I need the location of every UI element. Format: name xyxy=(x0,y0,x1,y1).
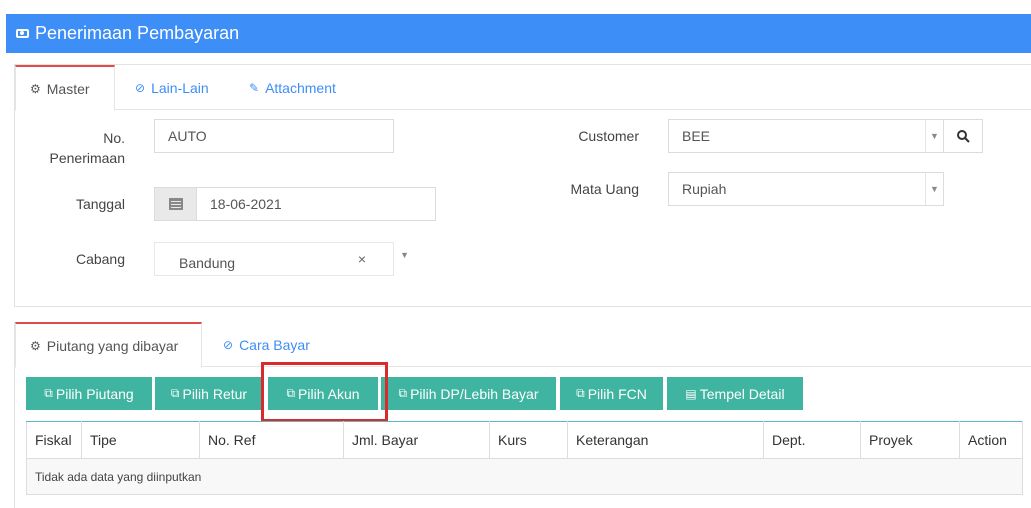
tempel-detail-button[interactable]: ▤ Tempel Detail xyxy=(667,377,803,410)
copy-icon: ⧉ xyxy=(170,386,180,400)
paste-icon: ▤ xyxy=(685,386,697,401)
pilih-retur-button[interactable]: ⧉ Pilih Retur xyxy=(155,377,263,410)
tab-master-label: Master xyxy=(46,80,90,97)
chevron-down-icon[interactable]: ▼ xyxy=(925,120,943,152)
tab-cara-bayar[interactable]: ⊘ Cara Bayar xyxy=(223,322,310,367)
mata-uang-value: Rupiah xyxy=(682,181,727,197)
customer-value: BEE xyxy=(682,128,711,144)
tab-lain-lain[interactable]: ⊘ Lain-Lain xyxy=(135,65,209,110)
customer-select[interactable]: BEE ▼ xyxy=(668,119,944,153)
paperclip-icon: ✎ xyxy=(249,80,260,95)
chevron-down-icon[interactable]: ▼ xyxy=(400,250,409,260)
col-dept: Dept. xyxy=(763,421,861,459)
no-penerimaan-field[interactable]: AUTO xyxy=(154,119,394,153)
no-penerimaan-label-line1: No. xyxy=(103,130,125,146)
table-header-row: Fiskal Tipe No. Ref Jml. Bayar Kurs Kete… xyxy=(26,421,1023,459)
pilih-fcn-button[interactable]: ⧉ Pilih FCN xyxy=(560,377,663,410)
cabang-value: Bandung xyxy=(179,255,236,271)
col-action: Action xyxy=(959,421,1023,459)
money-icon xyxy=(16,29,29,38)
mata-uang-select[interactable]: Rupiah ▼ xyxy=(668,172,944,206)
tanggal-label: Tanggal xyxy=(75,196,125,212)
cabang-select[interactable]: Bandung × ▼ xyxy=(154,242,409,276)
mata-uang-label: Mata Uang xyxy=(570,181,639,197)
pilih-dp-label: Pilih DP/Lebih Bayar xyxy=(410,385,539,402)
tab-piutang-label: Piutang yang dibayar xyxy=(46,337,179,354)
pilih-piutang-button[interactable]: ⧉ Pilih Piutang xyxy=(26,377,152,410)
tanggal-field[interactable]: 18-06-2021 xyxy=(154,187,436,221)
col-proyek: Proyek xyxy=(860,421,960,459)
tab-attachment[interactable]: ✎ Attachment xyxy=(249,65,336,110)
customer-search-button[interactable] xyxy=(943,119,983,153)
col-no-ref: No. Ref xyxy=(199,421,344,459)
pilih-dp-button[interactable]: ⧉ Pilih DP/Lebih Bayar xyxy=(381,377,556,410)
tab-attachment-label: Attachment xyxy=(265,79,336,96)
detail-table: Fiskal Tipe No. Ref Jml. Bayar Kurs Kete… xyxy=(26,421,1023,495)
window-title: Penerimaan Pembayaran xyxy=(35,23,240,43)
col-tipe: Tipe xyxy=(81,421,200,459)
master-tabs: ⚙ Master ⊘ Lain-Lain ✎ Attachment xyxy=(15,65,1031,111)
chevron-down-icon[interactable]: ▼ xyxy=(925,173,943,205)
col-fiskal: Fiskal xyxy=(26,421,82,459)
col-kurs: Kurs xyxy=(489,421,568,459)
tab-cara-bayar-label: Cara Bayar xyxy=(239,336,310,353)
gears-icon: ⚙ xyxy=(30,81,41,96)
check-circle-icon: ⊘ xyxy=(135,80,146,95)
master-panel: ⚙ Master ⊘ Lain-Lain ✎ Attachment No. Pe… xyxy=(14,64,1031,307)
calendar-icon[interactable] xyxy=(155,188,197,220)
tanggal-value: 18-06-2021 xyxy=(210,196,282,212)
pilih-retur-label: Pilih Retur xyxy=(182,385,248,402)
copy-icon: ⧉ xyxy=(44,386,53,400)
search-icon xyxy=(956,129,970,143)
tab-lain-lain-label: Lain-Lain xyxy=(151,79,209,96)
cabang-label: Cabang xyxy=(75,251,125,267)
copy-icon: ⧉ xyxy=(576,386,585,400)
pilih-piutang-label: Pilih Piutang xyxy=(55,385,134,402)
customer-label: Customer xyxy=(578,128,639,144)
no-penerimaan-label: No. Penerimaan xyxy=(35,128,126,168)
check-circle-icon: ⊘ xyxy=(223,337,234,352)
detail-tabs: ⚙ Piutang yang dibayar ⊘ Cara Bayar xyxy=(15,322,1031,368)
tab-master[interactable]: ⚙ Master xyxy=(15,65,115,111)
table-row: Tidak ada data yang diinputkan xyxy=(26,458,1023,495)
col-jml-bayar: Jml. Bayar xyxy=(343,421,490,459)
highlight-box xyxy=(261,362,388,422)
window-titlebar: Penerimaan Pembayaran xyxy=(6,14,1031,53)
col-keterangan: Keterangan xyxy=(567,421,764,459)
no-penerimaan-value: AUTO xyxy=(168,128,207,144)
tempel-detail-label: Tempel Detail xyxy=(699,385,785,402)
no-penerimaan-label-line2: Penerimaan xyxy=(49,150,126,166)
gears-icon: ⚙ xyxy=(30,338,41,353)
tab-piutang[interactable]: ⚙ Piutang yang dibayar xyxy=(15,322,202,368)
copy-icon: ⧉ xyxy=(398,386,408,400)
empty-row-text: Tidak ada data yang diinputkan xyxy=(26,458,1023,495)
pilih-fcn-label: Pilih FCN xyxy=(587,385,647,402)
clear-icon[interactable]: × xyxy=(358,251,366,267)
